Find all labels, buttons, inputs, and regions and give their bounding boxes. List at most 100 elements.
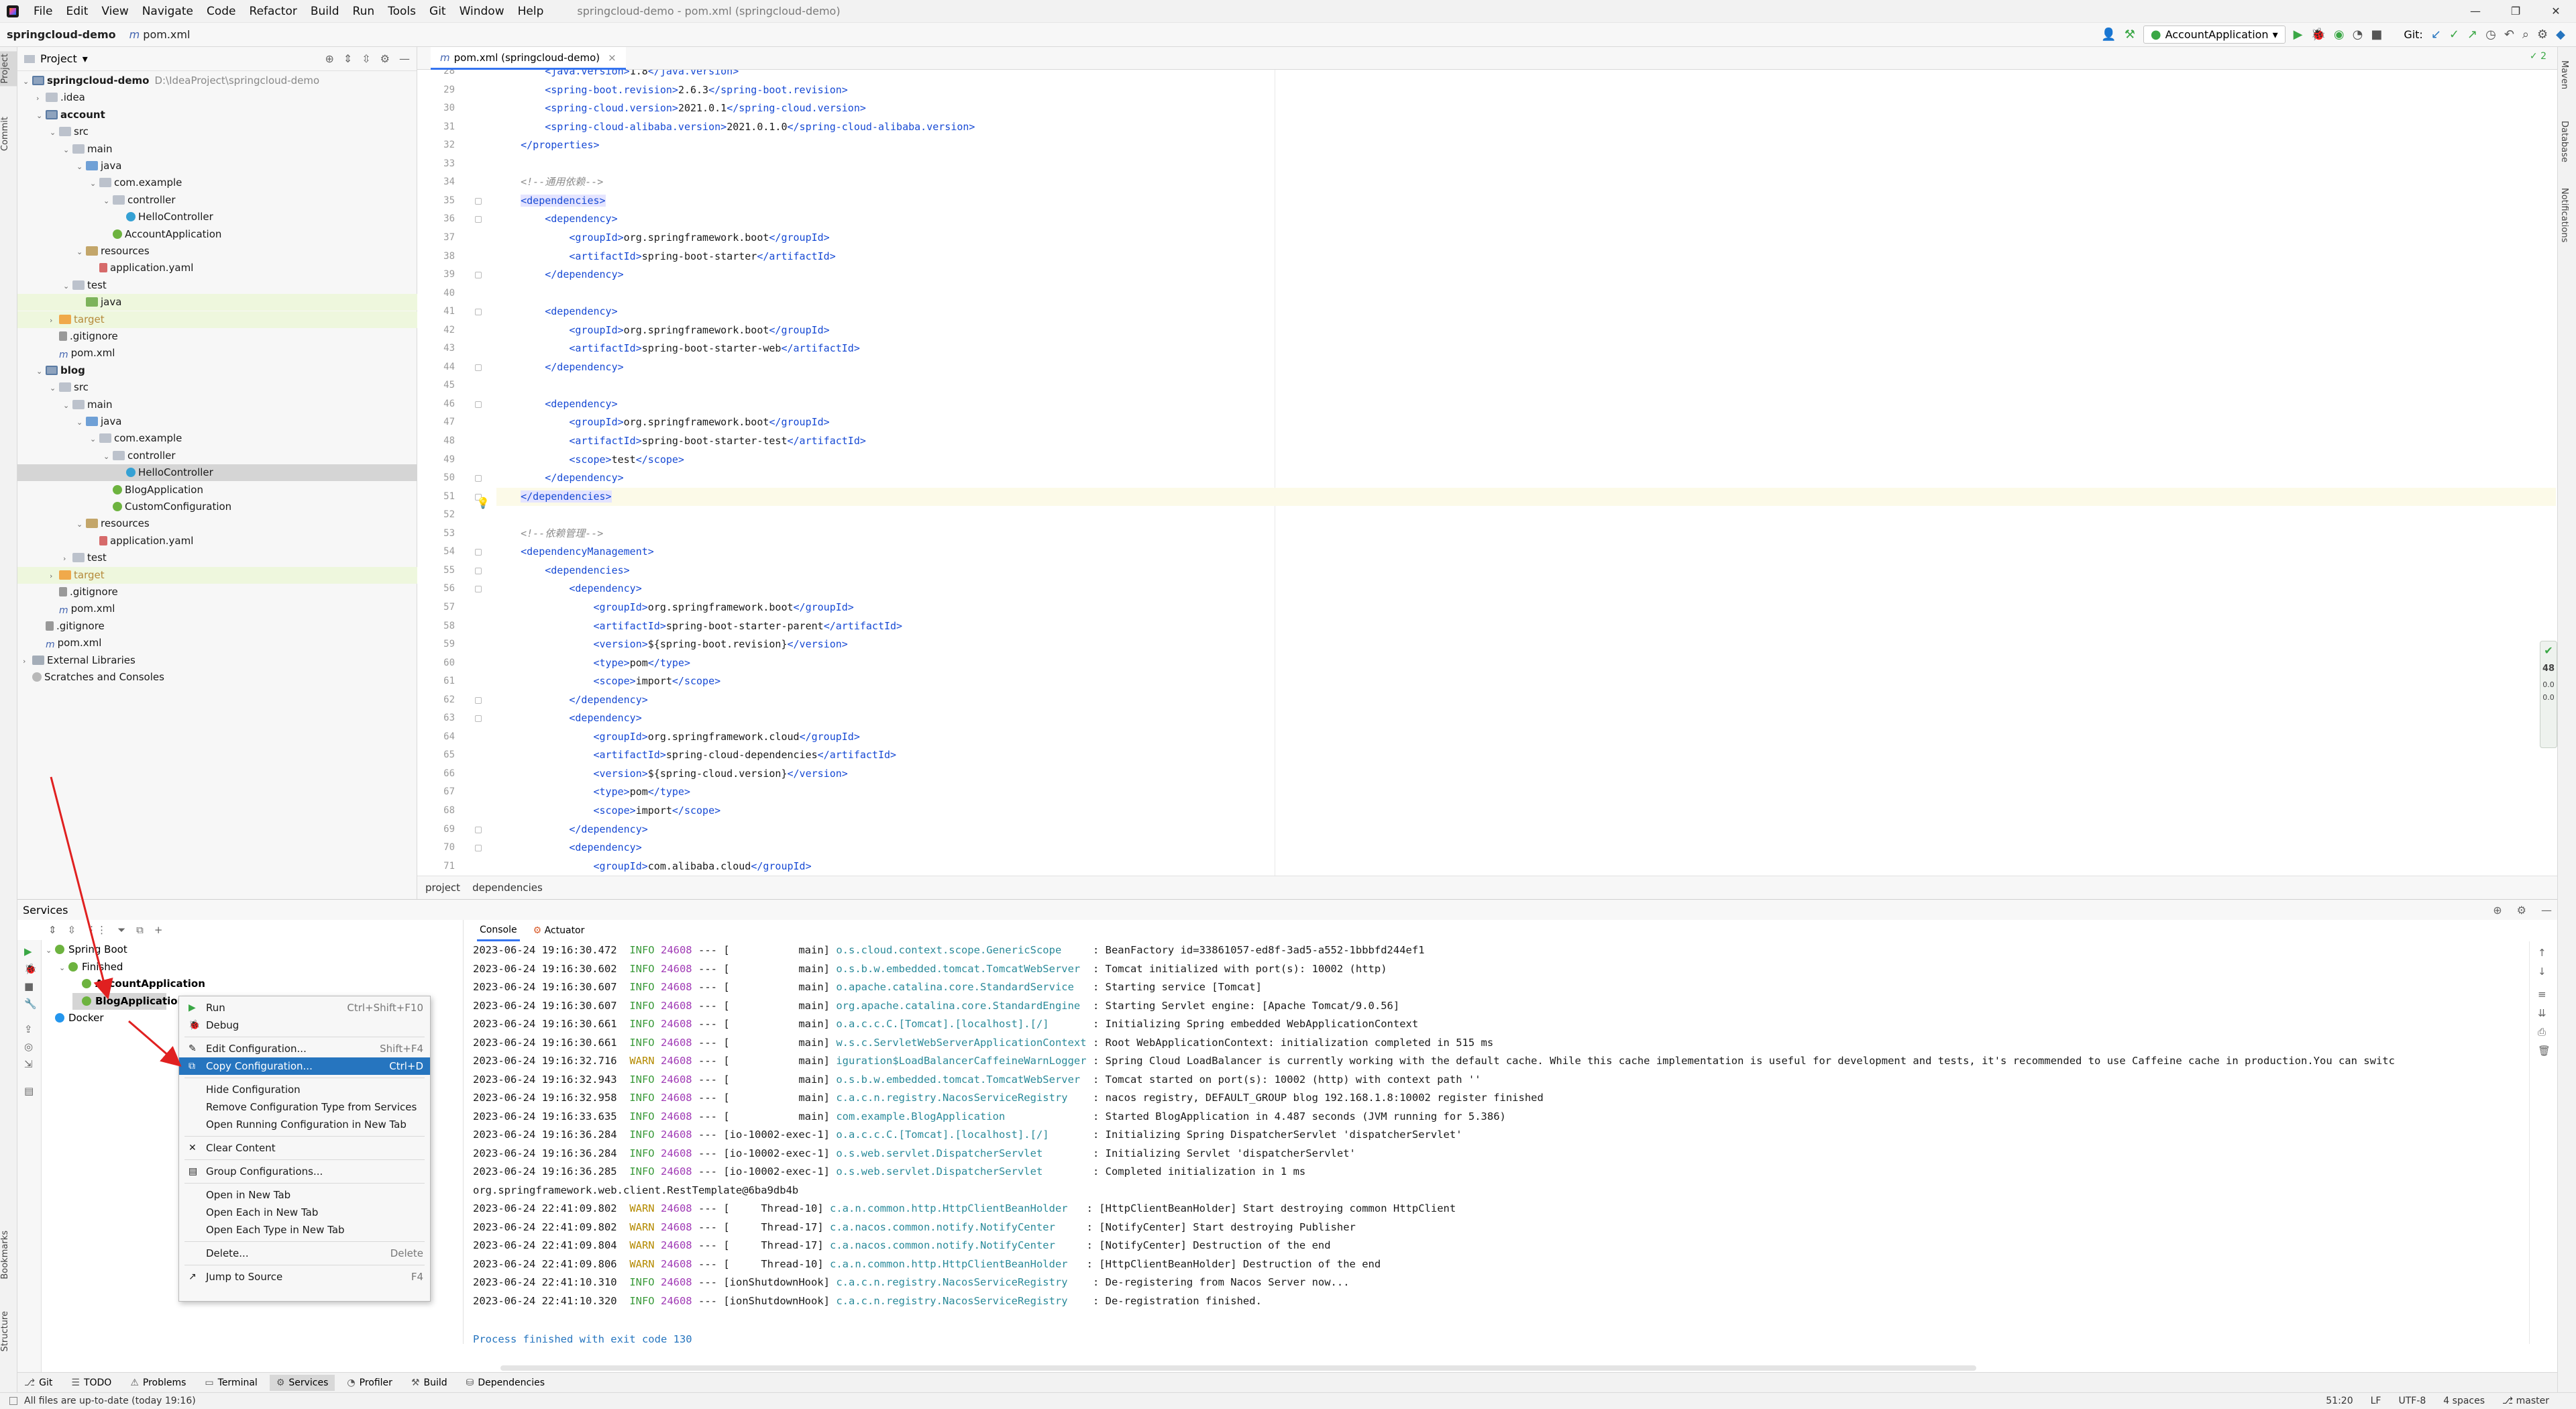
wrench-icon[interactable]: 🔧: [24, 998, 37, 1010]
menu-item-hide-configuration[interactable]: Hide Configuration: [179, 1081, 430, 1098]
export-icon[interactable]: ⇲: [24, 1058, 33, 1070]
tree-item[interactable]: HelloController: [17, 209, 417, 225]
tree-item[interactable]: ⌄ java: [17, 413, 417, 430]
expand-arrow-icon[interactable]: ⌄: [90, 175, 99, 192]
tool-window-problems[interactable]: ⚠ Problems: [123, 1375, 193, 1391]
console-output[interactable]: 2023-06-24 19:16:30.472 INFO 24608 --- […: [463, 941, 2529, 1344]
tree-item[interactable]: ⌄ com.example: [17, 174, 417, 191]
expand-arrow-icon[interactable]: ⌄: [46, 942, 55, 959]
maximize-button[interactable]: ❐: [2496, 5, 2536, 17]
menu-item-open-in-new-tab[interactable]: Open in New Tab: [179, 1186, 430, 1204]
expand-arrow-icon[interactable]: ⌄: [76, 516, 86, 533]
new-tab-icon[interactable]: ⧉: [136, 924, 144, 936]
expand-arrow-icon[interactable]: ⌄: [76, 244, 86, 260]
tree-item[interactable]: ⌄ blog: [17, 362, 417, 379]
tree-item[interactable]: m pom.xml: [17, 635, 417, 651]
lightbulb-icon[interactable]: 💡: [476, 497, 490, 509]
hide-icon[interactable]: —: [399, 52, 410, 65]
tree-item[interactable]: ⌄ src: [17, 379, 417, 396]
jetbrains-icon[interactable]: ◆: [2556, 28, 2565, 42]
code-editor[interactable]: 28 29 30 31 32 33 34 35 36 37 38 39 40 41 42 43 44 45 46 47…: [417, 70, 2557, 876]
menu-item-view[interactable]: View: [95, 0, 135, 23]
breadcrumb-project[interactable]: springcloud-demo: [0, 28, 123, 41]
menu-item-open-running-configuration-in-new-tab[interactable]: Open Running Configuration in New Tab: [179, 1116, 430, 1133]
bookmarks-tool-tab[interactable]: Bookmarks: [0, 1228, 17, 1282]
tree-item[interactable]: ⌄ src: [17, 123, 417, 140]
tree-item[interactable]: ⌄ resources: [17, 243, 417, 260]
collapse-all-icon[interactable]: ⇳: [68, 924, 76, 936]
database-tool-tab[interactable]: Database: [2559, 121, 2569, 162]
tree-item[interactable]: ⌄ springcloud-demo D:\IdeaProject\springcl…: [17, 72, 417, 89]
expand-arrow-icon[interactable]: ⌄: [59, 959, 68, 976]
scroll-up-icon[interactable]: ↑: [2538, 947, 2546, 959]
menu-item-clear-content[interactable]: ✕ Clear Content: [179, 1139, 430, 1157]
expand-arrow-icon[interactable]: ⌄: [36, 107, 46, 124]
tree-item[interactable]: m pom.xml: [17, 345, 417, 362]
horizontal-scrollbar[interactable]: [500, 1365, 1976, 1371]
status-message[interactable]: All files are up-to-date (today 19:16): [24, 1396, 196, 1406]
expand-arrow-icon[interactable]: ⌄: [76, 158, 86, 175]
layout-icon[interactable]: ▤: [24, 1085, 34, 1097]
fold-marker-icon[interactable]: [475, 549, 482, 556]
git-push-icon[interactable]: ↗: [2467, 28, 2477, 42]
expand-arrow-icon[interactable]: ⌄: [63, 397, 72, 414]
stop-icon[interactable]: ■: [24, 980, 34, 992]
close-window-button[interactable]: ✕: [2536, 5, 2576, 17]
menu-item-group-configurations[interactable]: ▤ Group Configurations...: [179, 1163, 430, 1180]
expand-arrow-icon[interactable]: ›: [50, 312, 59, 329]
fold-marker-icon[interactable]: [475, 216, 482, 223]
service-tree-item[interactable]: ⌄ Finished: [59, 959, 123, 976]
hide-icon[interactable]: —: [2541, 904, 2552, 917]
fold-marker-icon[interactable]: [475, 364, 482, 371]
menu-item-copy-configuration[interactable]: ⧉ Copy Configuration... Ctrl+D: [179, 1057, 430, 1075]
collapse-all-icon[interactable]: ⇳: [362, 52, 370, 65]
fold-marker-icon[interactable]: [475, 309, 482, 316]
expand-arrow-icon[interactable]: ⌄: [103, 193, 113, 209]
menu-item-build[interactable]: Build: [304, 0, 346, 23]
tree-item[interactable]: BlogApplication: [17, 482, 417, 499]
fold-marker-icon[interactable]: [475, 272, 482, 279]
fold-marker-icon[interactable]: [475, 845, 482, 852]
run-config-selector[interactable]: ● AccountApplication ▾: [2143, 25, 2286, 44]
expand-arrow-icon[interactable]: ⌄: [76, 414, 86, 431]
tree-item[interactable]: ⌄ java: [17, 158, 417, 174]
expand-arrow-icon[interactable]: ⌄: [23, 73, 32, 90]
expand-all-icon[interactable]: ⇕: [48, 924, 57, 936]
tree-item[interactable]: Scratches and Consoles: [17, 669, 417, 686]
search-icon[interactable]: ⌕: [2522, 28, 2529, 42]
menu-item-open-each-type-in-new-tab[interactable]: Open Each Type in New Tab: [179, 1221, 430, 1239]
tree-item[interactable]: .gitignore: [17, 328, 417, 345]
tree-item[interactable]: ⌄ controller: [17, 448, 417, 464]
fold-marker-icon[interactable]: [475, 696, 482, 704]
menu-item-code[interactable]: Code: [200, 0, 243, 23]
tree-item[interactable]: AccountApplication: [17, 226, 417, 243]
tree-item[interactable]: › .idea: [17, 89, 417, 106]
expand-arrow-icon[interactable]: ›: [23, 653, 32, 670]
print-icon[interactable]: ⎙: [2538, 1026, 2546, 1038]
structure-tool-tab[interactable]: Structure: [0, 1308, 17, 1354]
build-hammer-icon[interactable]: ⚒: [2125, 28, 2135, 42]
tool-window-todo[interactable]: ☰ TODO: [64, 1375, 118, 1391]
menu-item-edit-configuration[interactable]: ✎ Edit Configuration... Shift+F4: [179, 1040, 430, 1057]
group-icon[interactable]: ⋮⋮: [87, 924, 107, 936]
tree-item[interactable]: m pom.xml: [17, 601, 417, 617]
scroll-to-end-icon[interactable]: ⇊: [2538, 1007, 2546, 1019]
tree-item[interactable]: .gitignore: [17, 584, 417, 601]
expand-arrow-icon[interactable]: ⌄: [50, 380, 59, 397]
tree-item[interactable]: ⌄ main: [17, 397, 417, 413]
expand-arrow-icon[interactable]: ⌄: [103, 448, 113, 465]
tree-item[interactable]: HelloController: [17, 464, 417, 482]
expand-arrow-icon[interactable]: ⌄: [63, 142, 72, 158]
tree-item[interactable]: ⌄ controller: [17, 192, 417, 209]
fold-marker-icon[interactable]: [475, 586, 482, 593]
run-icon[interactable]: ▶: [2294, 28, 2303, 42]
scroll-down-icon[interactable]: ↓: [2538, 966, 2546, 978]
menu-item-jump-to-source[interactable]: ↗ Jump to Source F4: [179, 1268, 430, 1286]
menu-item-refactor[interactable]: Refactor: [243, 0, 304, 23]
deploy-icon[interactable]: ⇪: [24, 1023, 33, 1035]
expand-arrow-icon[interactable]: ›: [63, 550, 72, 567]
tree-item[interactable]: java: [17, 294, 417, 311]
tool-window-services[interactable]: ⚙ Services: [269, 1374, 335, 1391]
notifications-tool-tab[interactable]: Notifications: [2559, 188, 2569, 242]
tree-item[interactable]: › target: [17, 311, 417, 328]
